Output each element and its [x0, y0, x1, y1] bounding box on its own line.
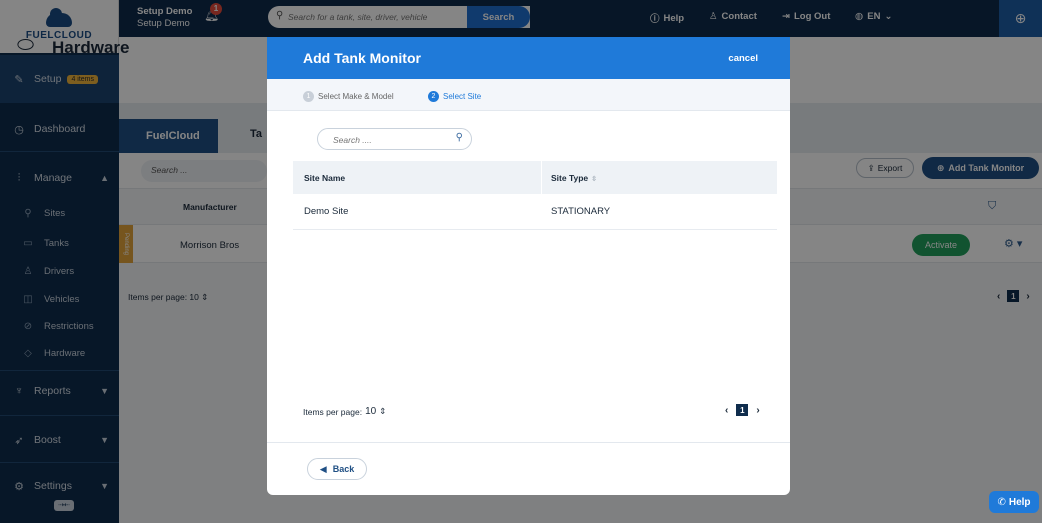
back-label: Back	[332, 464, 355, 474]
table-row[interactable]: Demo Site STATIONARY	[293, 194, 777, 230]
wizard-steps: 1 Select Make & Model 2 Select Site	[267, 79, 790, 111]
modal-title: Add Tank Monitor	[303, 50, 421, 66]
prev-page-icon[interactable]: ‹	[725, 405, 728, 416]
divider	[541, 161, 542, 194]
back-button[interactable]: ◀ Back	[307, 458, 367, 480]
site-search-input[interactable]	[333, 133, 448, 146]
add-tank-monitor-modal: Add Tank Monitor cancel 1 Select Make & …	[267, 37, 790, 495]
help-chat-label: Help	[1008, 496, 1031, 508]
step-select-make-model[interactable]: 1 Select Make & Model	[303, 91, 394, 102]
stepper-icon: ⇕	[379, 406, 387, 416]
modal-header: Add Tank Monitor cancel	[267, 37, 790, 79]
step-number: 2	[428, 91, 439, 102]
divider	[267, 442, 790, 443]
cancel-button[interactable]: cancel	[728, 53, 758, 64]
items-per-page-value: 10	[365, 406, 377, 417]
sort-icon[interactable]: ⇳	[591, 176, 597, 183]
search-icon[interactable]: ⚲	[456, 132, 463, 143]
chevron-left-icon: ◀	[319, 463, 327, 474]
modal-items-per-page[interactable]: Items per page: 10 ⇕	[303, 406, 386, 417]
modal-pagination: ‹ 1 ›	[725, 404, 760, 416]
chat-icon: ✆	[997, 496, 1006, 508]
site-type-cell: STATIONARY	[551, 206, 611, 217]
next-page-icon[interactable]: ›	[756, 405, 759, 416]
column-header-site-type[interactable]: Site Type ⇳	[551, 173, 597, 183]
column-header-site-name[interactable]: Site Name	[304, 173, 345, 183]
column-label: Site Type	[551, 173, 589, 183]
help-chat-button[interactable]: ✆ Help	[989, 491, 1039, 513]
items-per-page-label: Items per page:	[303, 406, 363, 417]
site-search: ⚲	[317, 128, 472, 150]
step-label: Select Make & Model	[318, 92, 394, 101]
current-page[interactable]: 1	[736, 404, 749, 416]
step-label: Select Site	[443, 92, 482, 101]
site-name-cell: Demo Site	[304, 206, 349, 217]
step-number: 1	[303, 91, 314, 102]
step-select-site[interactable]: 2 Select Site	[428, 91, 481, 102]
site-table-header: Site Name Site Type ⇳	[293, 161, 777, 194]
